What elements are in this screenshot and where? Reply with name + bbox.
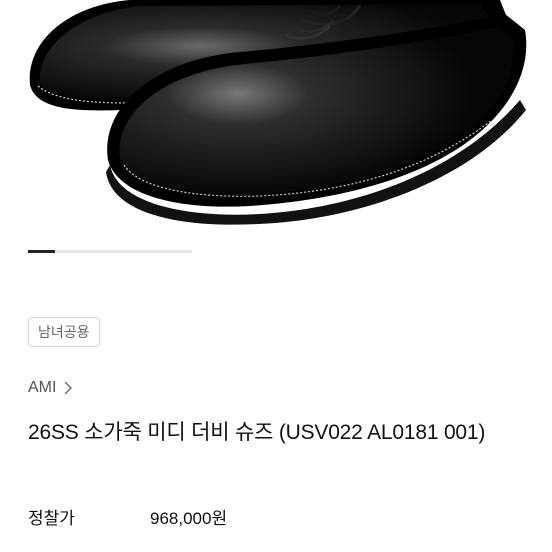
chevron-right-icon bbox=[65, 381, 73, 395]
product-title: 26SS 소가죽 미디 더비 슈즈 (USV022 AL0181 001) bbox=[28, 421, 486, 444]
product-image[interactable] bbox=[0, 0, 552, 232]
shoe-illustration bbox=[29, 0, 527, 225]
carousel-indicator-active bbox=[28, 250, 56, 253]
brand-name: AMI bbox=[28, 379, 57, 396]
price-label: 정찰가 bbox=[28, 508, 75, 528]
carousel-indicator bbox=[28, 250, 192, 253]
brand-link[interactable]: AMI bbox=[28, 376, 73, 400]
gender-tag-chip: 남녀공용 bbox=[28, 317, 100, 347]
price-value: 968,000원 bbox=[150, 508, 228, 528]
price-row: 정찰가 968,000원 bbox=[28, 503, 227, 529]
